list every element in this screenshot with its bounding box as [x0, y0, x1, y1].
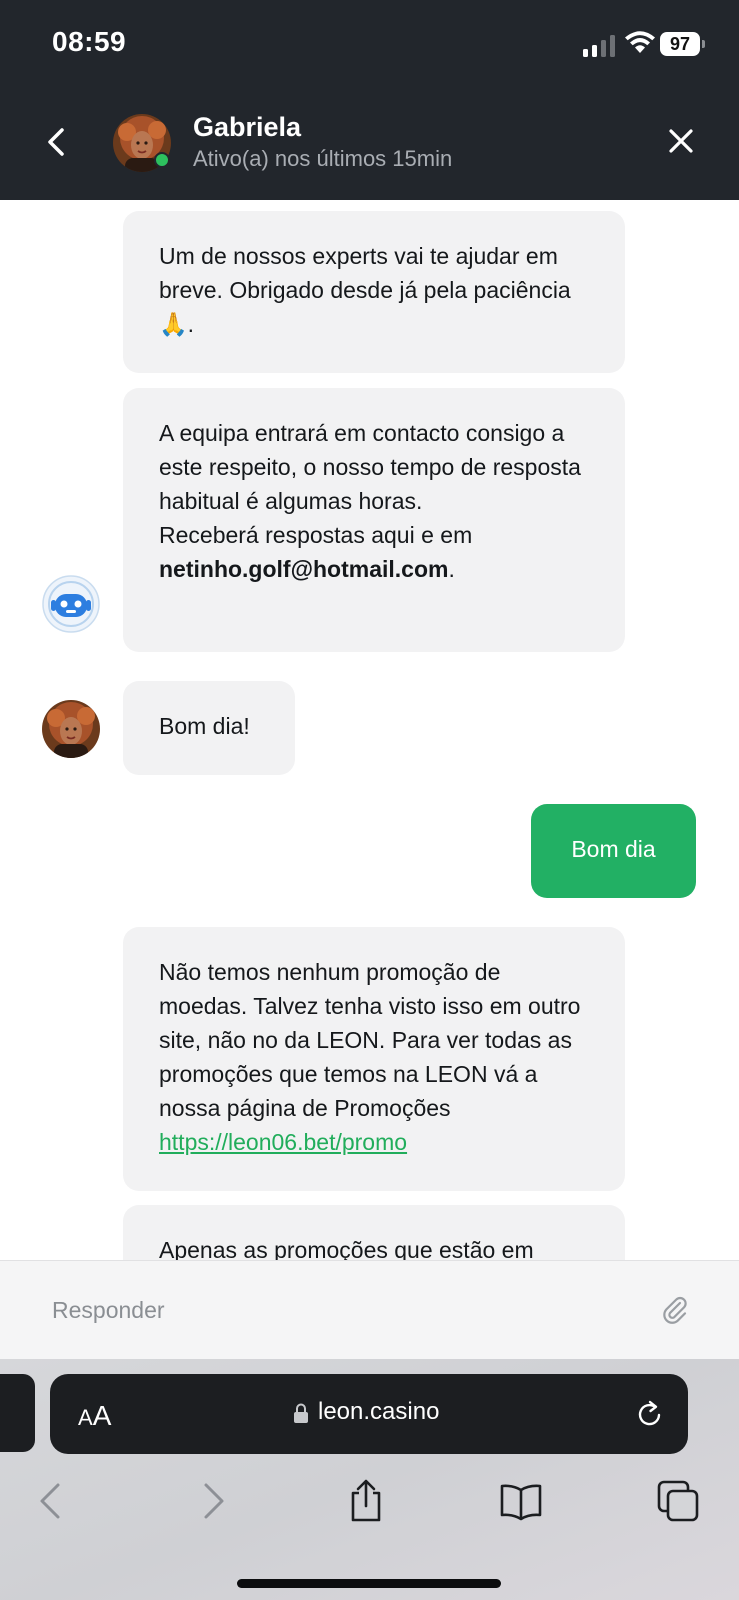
chat-header: Gabriela Ativo(a) nos últimos 15min [0, 86, 739, 200]
message-bubble-outgoing: Bom dia [531, 804, 696, 898]
agent-avatar [42, 700, 100, 758]
battery-icon: 97 [660, 32, 706, 56]
contact-name: Gabriela [193, 112, 302, 142]
status-time: 08:59 [52, 26, 127, 57]
forward-arrow-icon[interactable] [190, 1479, 234, 1523]
lock-icon [294, 1403, 308, 1423]
message-bubble-expert: Um de nossos experts vai te ajudar em br… [123, 211, 625, 373]
message-bubble-promo: Não temos nenhum promoção de moedas. Tal… [123, 927, 625, 1191]
cellular-signal-icon [583, 35, 615, 57]
email-address: netinho.golf@hotmail.com [159, 556, 449, 582]
message-bubble-partial: Apenas as promoções que estão em [123, 1205, 625, 1260]
promo-link[interactable]: https://leon06.bet/promo [159, 1129, 407, 1155]
online-status-dot [154, 152, 170, 168]
share-icon[interactable] [344, 1479, 388, 1523]
battery-level: 97 [660, 32, 700, 56]
wifi-icon [625, 31, 655, 53]
message-text: Bom dia [571, 836, 656, 862]
status-bar: 08:59 97 [0, 0, 739, 86]
message-text: Um de nossos experts vai te ajudar em br… [159, 243, 571, 337]
reply-bar: Responder [0, 1260, 739, 1360]
message-text: Apenas as promoções que estão em [159, 1237, 534, 1260]
reply-input[interactable]: Responder [52, 1297, 165, 1324]
message-bubble-greeting: Bom dia! [123, 681, 295, 775]
contact-status: Ativo(a) nos últimos 15min [193, 146, 453, 171]
message-list[interactable]: Um de nossos experts vai te ajudar em br… [0, 200, 739, 1260]
reload-icon[interactable] [635, 1398, 665, 1430]
message-text: Não temos nenhum promoção de moedas. Tal… [159, 959, 581, 1121]
message-text: Receberá respostas aqui e em [159, 522, 473, 548]
close-icon[interactable] [664, 124, 698, 158]
paperclip-icon[interactable] [660, 1295, 690, 1325]
message-text: A equipa entrará em contacto consigo a e… [159, 420, 581, 514]
chevron-left-icon[interactable] [40, 122, 74, 162]
bookmarks-icon[interactable] [499, 1479, 543, 1523]
back-arrow-icon[interactable] [30, 1479, 74, 1523]
previous-tab[interactable] [0, 1374, 35, 1452]
address-bar[interactable]: AA leon.casino [50, 1374, 688, 1454]
browser-toolbar: AA leon.casino [0, 1359, 739, 1600]
home-indicator[interactable] [237, 1579, 501, 1588]
bot-avatar [42, 575, 100, 633]
tabs-icon[interactable] [656, 1479, 700, 1523]
reader-settings-button[interactable]: AA [78, 1400, 111, 1432]
message-bubble-team: A equipa entrará em contacto consigo a e… [123, 388, 625, 652]
message-text: Bom dia! [159, 713, 250, 739]
url-text[interactable]: leon.casino [318, 1398, 439, 1426]
